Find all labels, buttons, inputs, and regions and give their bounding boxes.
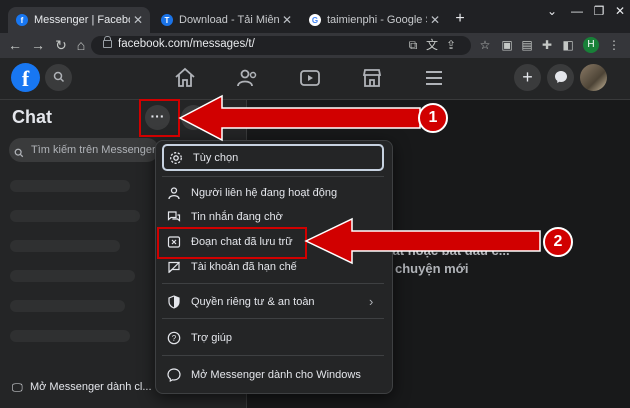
arrow-step2 — [304, 217, 541, 265]
annotation-number-1: 1 — [418, 103, 448, 133]
arrow-step1 — [178, 94, 421, 142]
annotation-arrows — [178, 94, 541, 265]
annotation-number-2: 2 — [543, 227, 573, 257]
